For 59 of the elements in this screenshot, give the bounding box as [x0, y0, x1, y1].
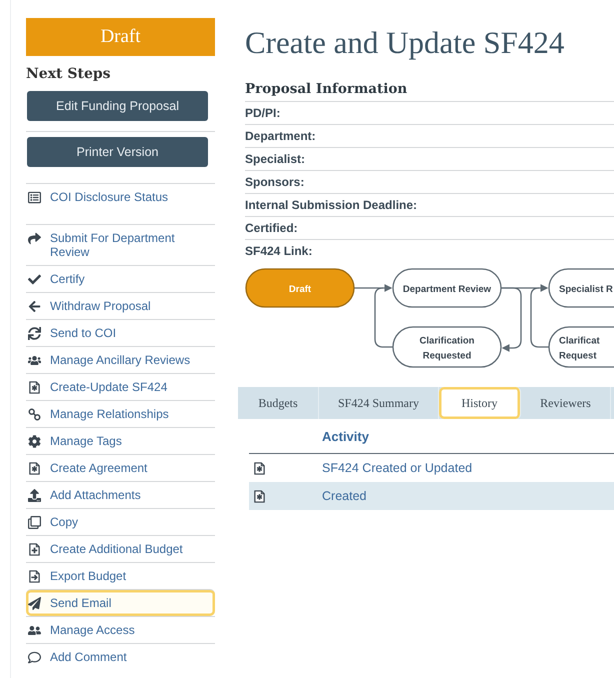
action-link[interactable]: Create Additional Budget	[26, 535, 215, 562]
action-link[interactable]: Manage Relationships	[26, 400, 215, 427]
tab[interactable]: History	[439, 387, 521, 419]
field-label: Internal Submission Deadline:	[245, 194, 614, 217]
action-link[interactable]: Manage Access	[26, 616, 215, 643]
field-label: Specialist:	[245, 148, 614, 171]
action-link[interactable]: Manage Ancillary Reviews	[26, 346, 215, 373]
refresh-icon	[28, 327, 41, 340]
field-label: PD/PI:	[245, 102, 614, 125]
state-node: Clarification Requested	[392, 326, 502, 368]
tab[interactable]: Reviewers	[521, 387, 611, 419]
check-icon	[28, 273, 41, 286]
document-arrow-icon	[28, 570, 41, 583]
state-node: Clarificat Request	[548, 326, 614, 368]
action-link[interactable]: Submit For Department Review	[26, 224, 215, 265]
section-title: Proposal Information	[245, 81, 614, 102]
section-title: Next Steps	[26, 66, 112, 82]
document-icon	[253, 490, 266, 503]
action-link[interactable]: Create-Update SF424	[26, 373, 215, 400]
current-state-node: Draft	[245, 268, 355, 308]
page-title: Create and Update SF424	[245, 25, 566, 61]
action-link[interactable]: Add Attachments	[26, 481, 215, 508]
action-link[interactable]: Send Email	[26, 589, 215, 616]
people-icon	[28, 354, 41, 367]
field-label: SF424 Link:	[245, 243, 314, 260]
activity-link[interactable]: SF424 Created or Updated	[322, 461, 472, 475]
comment-icon	[28, 651, 41, 664]
document-plus-icon	[28, 543, 41, 556]
list-icon	[28, 191, 41, 204]
left-arrow-icon	[28, 300, 41, 313]
action-link[interactable]: Withdraw Proposal	[26, 292, 215, 319]
field-label: Department:	[245, 125, 614, 148]
link-icon	[28, 408, 41, 421]
tab[interactable]: Budgets	[238, 387, 319, 419]
document-icon	[28, 462, 41, 475]
action-link[interactable]: Certify	[26, 265, 215, 292]
share-arrow-icon	[28, 232, 41, 245]
action-link[interactable]: Manage Tags	[26, 427, 215, 454]
activity-link[interactable]: Created	[322, 489, 366, 503]
column-header: Activity	[322, 428, 369, 444]
field-label: Sponsors:	[245, 171, 614, 194]
action-button[interactable]: Printer Version	[27, 137, 208, 167]
action-link[interactable]: Add Comment	[26, 643, 215, 670]
copy-icon	[28, 516, 41, 529]
document-icon	[28, 381, 41, 394]
action-link[interactable]: Send to COI	[26, 319, 215, 346]
settings-icon	[28, 435, 41, 448]
action-button[interactable]: Edit Funding Proposal	[27, 91, 208, 121]
document-icon	[253, 462, 266, 475]
state-node: Specialist R	[548, 268, 614, 308]
field-label: Certified:	[245, 217, 614, 240]
state-node: Department Review	[392, 268, 502, 308]
action-link[interactable]: Copy	[26, 508, 215, 535]
status-banner: Draft	[26, 18, 215, 56]
people-icon	[28, 624, 41, 637]
action-link[interactable]: Create Agreement	[26, 454, 215, 481]
action-link[interactable]: COI Disclosure Status	[26, 183, 215, 224]
paper-plane-icon	[28, 597, 41, 610]
upload-icon	[28, 489, 41, 502]
